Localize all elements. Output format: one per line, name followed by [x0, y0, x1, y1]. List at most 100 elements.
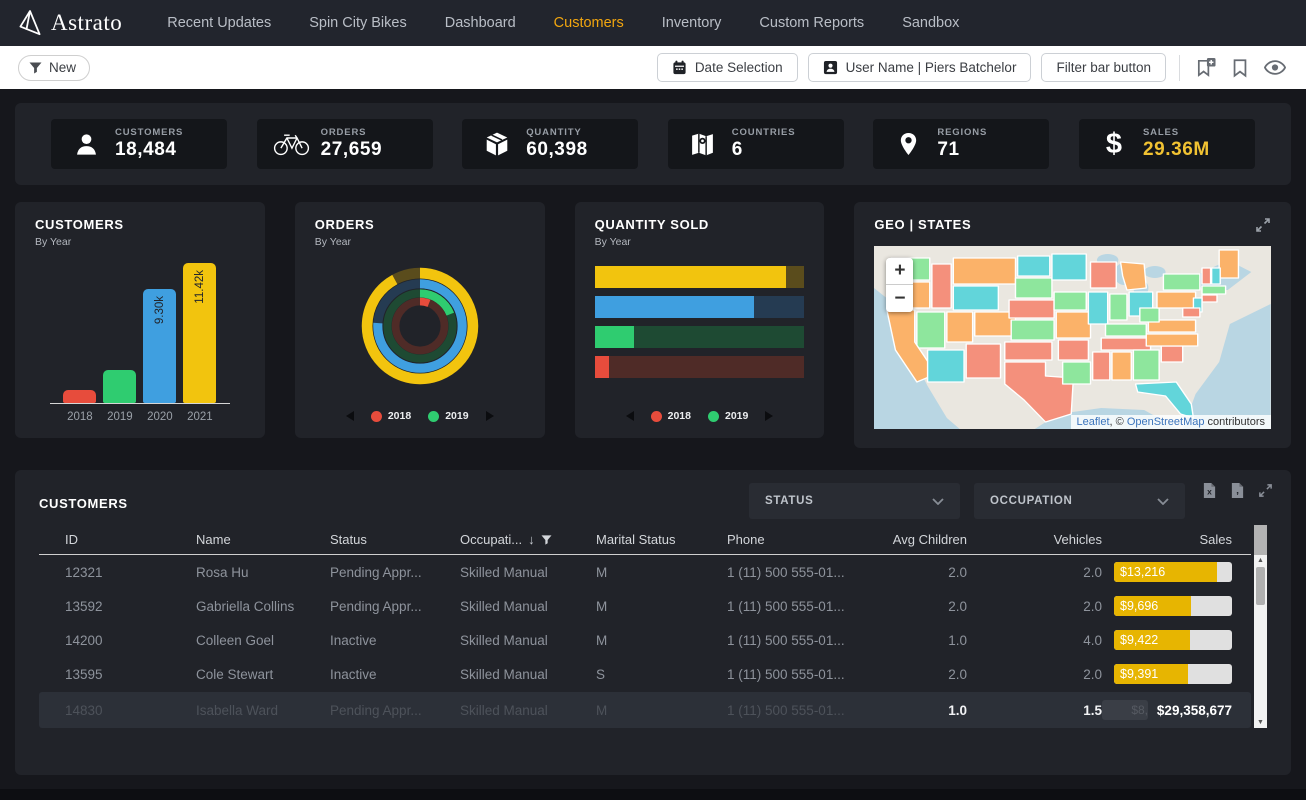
orders-donut-chart[interactable] — [315, 250, 525, 402]
table-row[interactable]: 13595Cole StewartInactiveSkilled ManualS… — [39, 657, 1251, 691]
legend-prev-icon[interactable] — [626, 411, 634, 421]
filter-bar-button-button[interactable]: Filter bar button — [1041, 53, 1166, 82]
bar-2018[interactable] — [63, 390, 96, 403]
chevron-down-icon — [1157, 498, 1169, 505]
leaflet-link[interactable]: Leaflet — [1077, 416, 1110, 428]
bar-value-label: 11.42k — [183, 270, 216, 304]
bar-2021[interactable]: 11.42k — [183, 263, 216, 403]
sales-value: $9,422 — [1120, 633, 1158, 647]
legend-item-2019[interactable]: 2019 — [708, 410, 748, 422]
x-tick-label: 2021 — [183, 411, 216, 423]
hidden-sales-bar: $8, — [1102, 700, 1148, 720]
new-filter-button[interactable]: New — [18, 55, 90, 81]
sales-value: $9,391 — [1120, 667, 1158, 681]
legend-prev-icon[interactable] — [346, 411, 354, 421]
bookmark-add-button[interactable] — [1193, 55, 1218, 80]
orders-chart-card: ORDERS By Year 2018 2019 — [295, 202, 545, 438]
sales-bar: $13,216 — [1114, 562, 1232, 582]
nav-item-customers[interactable]: Customers — [535, 0, 643, 46]
x-tick-label: 2020 — [143, 411, 176, 423]
export-csv-button[interactable]: , — [1228, 480, 1247, 501]
eye-button[interactable] — [1262, 58, 1288, 77]
map-zoom-control: + − — [886, 258, 913, 312]
column-header-name[interactable]: Name — [196, 532, 330, 547]
column-header-id[interactable]: ID — [65, 532, 196, 547]
table-filter-selects: STATUS OCCUPATION — [749, 483, 1185, 519]
kpi-card-customers: CUSTOMERS18,484 — [51, 119, 227, 169]
column-label: Marital Status — [596, 532, 675, 547]
brand-name: Astrato — [51, 10, 122, 36]
bar-2019[interactable] — [103, 370, 136, 403]
nav-item-dashboard[interactable]: Dashboard — [426, 0, 535, 46]
hbar-2021[interactable] — [595, 266, 805, 288]
cell-id: 13595 — [65, 667, 196, 682]
column-header-phone[interactable]: Phone — [727, 532, 887, 547]
scroll-thumb[interactable] — [1256, 567, 1265, 605]
legend-item-2018[interactable]: 2018 — [651, 410, 691, 422]
scroll-down-icon[interactable]: ▼ — [1254, 719, 1267, 726]
cell-id: 13592 — [65, 599, 196, 614]
filter-select-status[interactable]: STATUS — [749, 483, 960, 519]
bookmark-add-icon — [1195, 57, 1216, 78]
quantity-chart-card: QUANTITY SOLD By Year 20182019 — [575, 202, 825, 438]
bar-2020[interactable]: 9.30k — [143, 289, 176, 403]
column-header-status[interactable]: Status — [330, 532, 460, 547]
kpi-label: REGIONS — [937, 127, 987, 138]
column-header-avg-children[interactable]: Avg Children — [887, 532, 967, 547]
table-row[interactable]: 13592Gabriella CollinsPending Appr...Ski… — [39, 589, 1251, 623]
funnel-small-icon[interactable] — [541, 535, 552, 545]
hbar-2018[interactable] — [595, 356, 805, 378]
filter-select-occupation[interactable]: OCCUPATION — [974, 483, 1185, 519]
cell-status: Inactive — [330, 667, 460, 682]
legend-dot — [371, 411, 382, 422]
legend-label: 2018 — [668, 410, 691, 422]
bookmark-button[interactable] — [1228, 56, 1252, 80]
svg-text:,: , — [1236, 485, 1239, 496]
select-label: STATUS — [765, 495, 813, 507]
expand-button[interactable] — [1256, 481, 1275, 500]
nav-item-recent-updates[interactable]: Recent Updates — [148, 0, 290, 46]
zoom-in-button[interactable]: + — [886, 258, 913, 285]
orders-legend: 2018 2019 — [315, 402, 525, 426]
us-states-map[interactable]: + − Leaflet, © OpenStreetMap contributor… — [874, 246, 1271, 429]
hbar-2020[interactable] — [595, 296, 805, 318]
dollar-icon: $ — [1095, 130, 1133, 159]
date-selection-button[interactable]: Date Selection — [657, 53, 798, 82]
calendar-icon — [672, 60, 687, 75]
nav-item-custom-reports[interactable]: Custom Reports — [740, 0, 883, 46]
column-header-marital-status[interactable]: Marital Status — [596, 532, 727, 547]
cell-vehicles: 4.0 — [967, 633, 1102, 648]
legend-next-icon[interactable] — [486, 411, 494, 421]
export-excel-button[interactable]: x — [1200, 480, 1219, 501]
user-name-piers-batchelor-button[interactable]: User Name | Piers Batchelor — [808, 53, 1032, 82]
cell-marital: M — [596, 633, 727, 648]
brand[interactable]: Astrato — [18, 9, 122, 37]
osm-link[interactable]: OpenStreetMap — [1127, 416, 1205, 428]
legend-item-2018[interactable]: 2018 — [371, 410, 411, 422]
table-row[interactable]: 14200Colleen GoelInactiveSkilled ManualM… — [39, 623, 1251, 657]
hbar-2019[interactable] — [595, 326, 805, 348]
scroll-up-icon[interactable]: ▲ — [1254, 557, 1267, 564]
button-label: Date Selection — [695, 60, 783, 75]
donut-ring-2021[interactable] — [367, 273, 473, 379]
sort-down-icon[interactable]: ↓ — [528, 532, 535, 547]
legend-next-icon[interactable] — [765, 411, 773, 421]
nav-item-spin-city-bikes[interactable]: Spin City Bikes — [290, 0, 426, 46]
column-header-occupati[interactable]: Occupati...↓ — [460, 532, 596, 547]
kpi-card-quantity: QUANTITY60,398 — [462, 119, 638, 169]
expand-icon[interactable] — [1255, 217, 1271, 236]
chart-subtitle: By Year — [35, 236, 245, 248]
column-header-vehicles[interactable]: Vehicles — [967, 532, 1102, 547]
zoom-out-button[interactable]: − — [886, 285, 913, 312]
column-header-sales[interactable]: Sales — [1102, 532, 1232, 547]
table-scrollbar[interactable]: ▲ ▼ — [1254, 525, 1267, 728]
nav-item-inventory[interactable]: Inventory — [643, 0, 741, 46]
ghost-cell-phone: 1 (11) 500 555-01... — [727, 703, 887, 718]
hbar-fill — [595, 326, 635, 348]
table-row[interactable]: 12321Rosa HuPending Appr...Skilled Manua… — [39, 555, 1251, 589]
legend-item-2019[interactable]: 2019 — [428, 410, 468, 422]
cell-id: 12321 — [65, 565, 196, 580]
nav-item-sandbox[interactable]: Sandbox — [883, 0, 978, 46]
chart-title: ORDERS — [315, 217, 525, 232]
chart-subtitle: By Year — [315, 236, 525, 248]
